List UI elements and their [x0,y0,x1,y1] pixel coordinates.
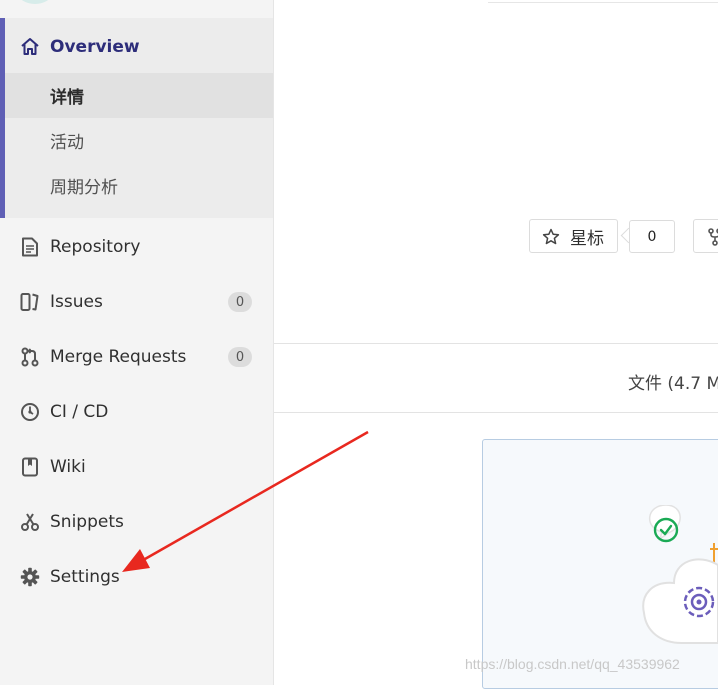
sidebar-subitem-activity[interactable]: 活动 [5,118,273,163]
gear-icon [20,567,40,587]
merge-requests-count-badge: 0 [228,347,252,367]
sidebar: Overview 详情 活动 周期分析 Repository Issues 0 … [0,0,274,685]
sidebar-item-label: Issues [50,292,103,312]
stats-divider-bottom [274,412,718,413]
sidebar-subitem-details[interactable]: 详情 [5,73,273,118]
sidebar-group-overview: Overview 详情 活动 周期分析 [0,18,273,218]
header-divider [488,2,718,3]
fork-icon [708,228,718,250]
stats-divider-top [274,343,718,344]
sidebar-item-label: Repository [50,237,141,257]
issues-icon [20,292,40,312]
star-button-label: 星标 [570,228,604,248]
star-icon [542,228,560,251]
sidebar-item-label: Wiki [50,457,86,477]
sidebar-subitem-cycle-analytics[interactable]: 周期分析 [5,163,273,208]
sidebar-subitem-label: 详情 [50,88,84,108]
star-count[interactable]: 0 [629,220,675,253]
wiki-icon [20,457,40,477]
sidebar-item-label: Merge Requests [50,347,187,367]
sidebar-item-repository[interactable]: Repository [0,224,273,270]
sidebar-subitem-label: 活动 [50,133,84,153]
watermark: https://blog.csdn.net/qq_43539962 [465,656,680,672]
sidebar-item-settings[interactable]: Settings [0,554,273,600]
sidebar-item-wiki[interactable]: Wiki [0,444,273,490]
sidebar-item-merge-requests[interactable]: Merge Requests 0 [0,334,273,380]
cloud-illustration [642,505,718,644]
sidebar-item-snippets[interactable]: Snippets [0,499,273,545]
star-button[interactable]: 星标 [529,219,618,253]
issues-count-badge: 0 [228,292,252,312]
sidebar-item-label: Snippets [50,512,124,532]
snippets-icon [20,512,40,532]
sidebar-item-issues[interactable]: Issues 0 [0,279,273,325]
sidebar-item-ci-cd[interactable]: CI / CD [0,389,273,435]
files-size-info[interactable]: 文件 (4.7 M [628,369,718,394]
sidebar-item-overview[interactable]: Overview [5,24,278,70]
sidebar-item-label: Overview [50,37,140,57]
repository-icon [20,237,40,257]
ci-cd-icon [20,402,40,422]
merge-request-icon [20,347,40,367]
home-icon [20,37,40,57]
sidebar-item-label: CI / CD [50,402,109,422]
sidebar-subitem-label: 周期分析 [50,178,118,198]
sidebar-item-label: Settings [50,567,120,587]
project-avatar[interactable] [18,0,52,4]
fork-button[interactable] [693,219,718,253]
